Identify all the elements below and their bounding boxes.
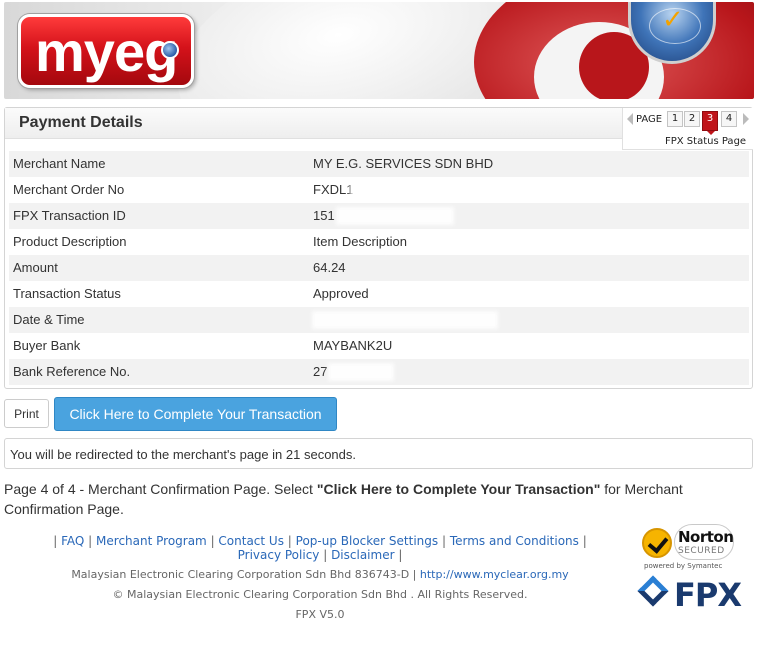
footer-copyright: © Malaysian Electronic Clearing Corporat… <box>112 588 528 601</box>
logo-globe-icon <box>161 41 179 59</box>
table-row: Product Description Item Description <box>9 229 749 255</box>
info-emphasis: "Click Here to Complete Your Transaction… <box>316 481 601 497</box>
norton-powered-by: powered by Symantec <box>644 562 723 570</box>
contact-us-link[interactable]: Contact Us <box>218 534 284 548</box>
fpx-logo: FPX <box>637 575 744 614</box>
disclaimer-link[interactable]: Disclaimer <box>331 548 394 562</box>
payment-details-table: Merchant Name MY E.G. SERVICES SDN BHD M… <box>9 151 749 385</box>
merchant-order-label: Merchant Order No <box>13 182 125 197</box>
company-registration: Malaysian Electronic Clearing Corporatio… <box>71 568 417 581</box>
bank-reference-label: Bank Reference No. <box>13 364 131 379</box>
merchant-program-link[interactable]: Merchant Program <box>96 534 207 548</box>
page-status-label: FPX Status Page <box>665 136 747 147</box>
redacted-area <box>353 184 443 196</box>
buyer-bank-value: MAYBANK2U <box>313 338 393 353</box>
transaction-status-value: Approved <box>313 286 369 301</box>
print-button[interactable]: Print <box>4 399 49 428</box>
myeg-logo: myeg <box>18 14 194 88</box>
buyer-bank-label: Buyer Bank <box>13 338 81 353</box>
table-row: Amount 64.24 <box>9 255 749 281</box>
logo-text: myeg <box>35 20 178 83</box>
privacy-policy-link[interactable]: Privacy Policy <box>238 548 320 562</box>
fpx-transaction-id-label: FPX Transaction ID <box>13 208 126 223</box>
checkmark-icon: ✓ <box>662 4 684 34</box>
page-info-text: Page 4 of 4 - Merchant Confirmation Page… <box>4 479 744 519</box>
norton-name: Norton <box>678 528 734 546</box>
info-prefix: Page 4 of 4 - Merchant Confirmation Page… <box>4 481 317 497</box>
norton-secured-badge[interactable]: Norton SECURED powered by Symantec <box>640 524 736 572</box>
myclear-website-link[interactable]: http://www.myclear.org.my <box>420 568 569 581</box>
complete-transaction-button[interactable]: Click Here to Complete Your Transaction <box>54 397 337 431</box>
terms-link[interactable]: Terms and Conditions <box>450 534 579 548</box>
norton-secured-text: SECURED <box>678 546 725 556</box>
product-description-label: Product Description <box>13 234 127 249</box>
fpx-diamond-icon <box>637 575 669 607</box>
faq-link[interactable]: FAQ <box>61 534 84 548</box>
table-row: Bank Reference No. 27 <box>9 359 749 385</box>
fpx-logo-text: FPX <box>674 576 742 614</box>
redacted-area <box>331 366 391 378</box>
page-number-4: 4 <box>721 111 737 127</box>
table-row: Transaction Status Approved <box>9 281 749 307</box>
page-number-3-current: 3 <box>702 111 718 135</box>
table-row: Merchant Name MY E.G. SERVICES SDN BHD <box>9 151 749 177</box>
arrow-right-icon <box>743 113 749 125</box>
fpx-transaction-id-value: 151 <box>313 208 335 223</box>
table-row: Buyer Bank MAYBANK2U <box>9 333 749 359</box>
header-banner: ✓ myeg <box>4 2 754 99</box>
date-time-label: Date & Time <box>13 312 85 327</box>
page-number-2: 2 <box>684 111 700 127</box>
transaction-status-label: Transaction Status <box>13 286 121 301</box>
redirect-message: You will be redirected to the merchant's… <box>10 447 356 462</box>
popup-blocker-settings-link[interactable]: Pop-up Blocker Settings <box>296 534 439 548</box>
page-indicator: PAGE 1 2 3 4 FPX Status Page <box>622 108 753 150</box>
bank-reference-value: 27 <box>313 364 328 379</box>
redirect-notice: You will be redirected to the merchant's… <box>4 438 753 469</box>
amount-value: 64.24 <box>313 260 346 275</box>
merchant-name-value: MY E.G. SERVICES SDN BHD <box>313 156 494 171</box>
footer-links: | FAQ | Merchant Program | Contact Us | … <box>53 534 587 562</box>
merchant-name-label: Merchant Name <box>13 156 106 171</box>
table-row: Date & Time <box>9 307 749 333</box>
redacted-area <box>339 210 451 222</box>
table-row: Merchant Order No FXDL1 <box>9 177 749 203</box>
redacted-area <box>315 314 495 326</box>
footer-company-line: Malaysian Electronic Clearing Corporatio… <box>50 568 590 581</box>
amount-label: Amount <box>13 260 58 275</box>
norton-check-icon <box>642 528 672 558</box>
payment-details-panel: Payment Details PAGE 1 2 3 4 FPX Status … <box>4 107 753 389</box>
page-label: PAGE <box>636 114 663 125</box>
arrow-left-icon <box>627 113 633 125</box>
page-number-1: 1 <box>667 111 683 127</box>
product-description-value: Item Description <box>313 234 407 249</box>
footer-version: FPX V5.0 <box>295 608 345 621</box>
table-row: FPX Transaction ID 151 <box>9 203 749 229</box>
merchant-order-value: FXDL1 <box>313 182 354 197</box>
panel-title: Payment Details <box>19 114 143 131</box>
